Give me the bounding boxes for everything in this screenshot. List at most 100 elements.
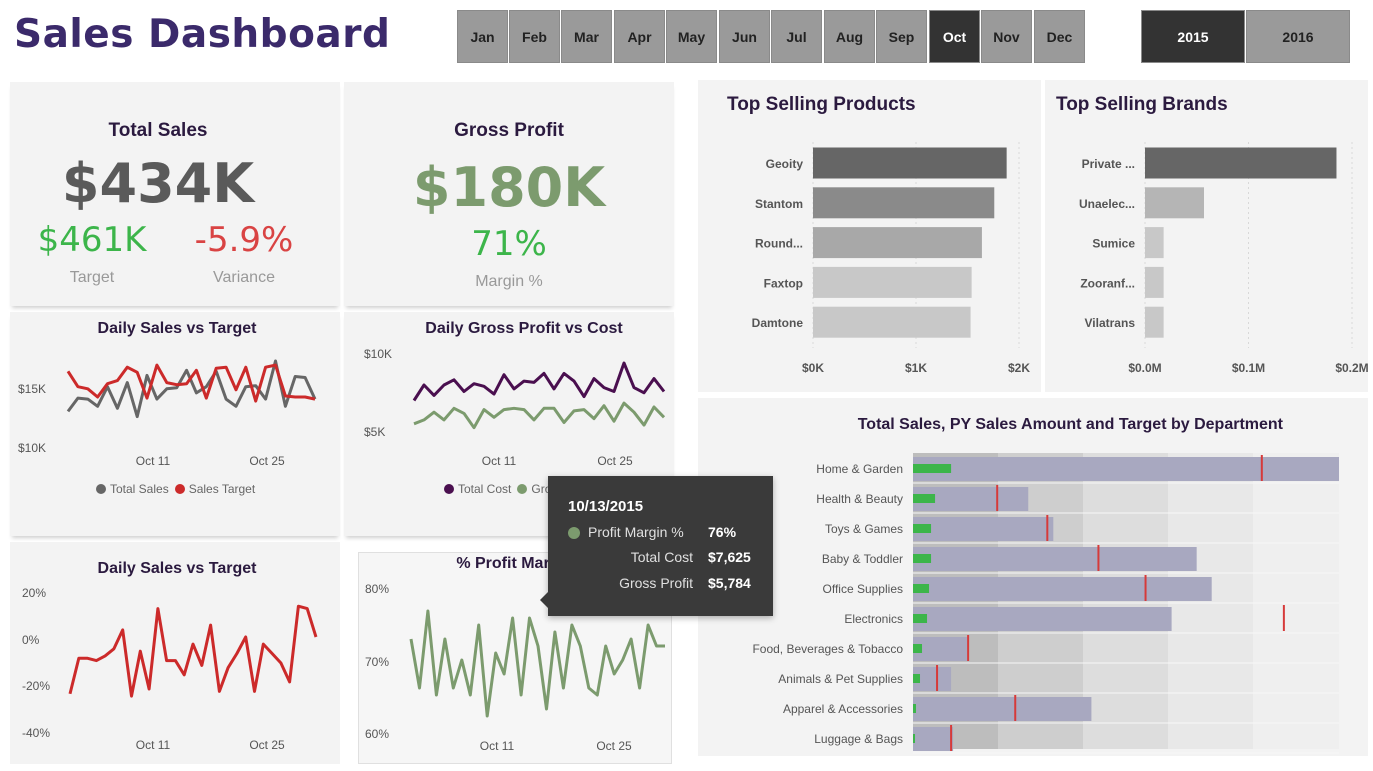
target-marker[interactable] [1046, 515, 1049, 541]
month-jul[interactable]: Jul [771, 10, 822, 63]
py-sales-bar[interactable] [913, 697, 1092, 721]
x-axis-tick: Oct 25 [597, 454, 633, 468]
top-products-chart[interactable]: Geoity Stantom Round... Faxtop Damtone $0K $1K… [698, 80, 1041, 392]
total-sales-bar[interactable] [913, 584, 930, 593]
y-axis-tick: $10K [364, 347, 392, 361]
target-marker[interactable] [1014, 695, 1017, 721]
tooltip-row-label: Total Cost [630, 549, 693, 565]
total-sales-bar[interactable] [913, 644, 923, 653]
total-sales-value: $434K [61, 152, 255, 215]
department-label: Apparel & Accessories [783, 702, 903, 716]
py-sales-bar[interactable] [913, 457, 1339, 481]
x-axis-tick: Oct 25 [249, 454, 285, 468]
target-marker[interactable] [967, 635, 970, 661]
top-brands-chart[interactable]: Private ... Unaelec... Sumice Zooranf... Vil… [1045, 80, 1368, 392]
bar[interactable] [1145, 147, 1337, 179]
total-sales-bar[interactable] [913, 704, 917, 713]
target-value: $461K [37, 220, 147, 260]
bar[interactable] [1145, 227, 1164, 259]
bar-category-label: Damtone [752, 316, 804, 330]
x-axis-tick: Oct 25 [249, 738, 285, 752]
py-sales-bar[interactable] [913, 547, 1197, 571]
month-jan[interactable]: Jan [457, 10, 508, 63]
month-aug[interactable]: Aug [824, 10, 875, 63]
bar-category-label: Unaelec... [1079, 197, 1135, 211]
department-chart[interactable]: Home & Garden Health & Beauty Toys & Games… [698, 398, 1368, 756]
target-marker[interactable] [1282, 605, 1285, 631]
target-marker[interactable] [1260, 455, 1263, 481]
chart-legend: Total Sales Sales Target [96, 482, 255, 496]
target-marker[interactable] [1144, 575, 1147, 601]
target-marker[interactable] [1097, 545, 1100, 571]
target-marker[interactable] [950, 725, 953, 751]
bar[interactable] [813, 306, 971, 338]
series-line-1[interactable] [409, 609, 665, 718]
bar[interactable] [1145, 187, 1204, 219]
py-sales-bar[interactable] [913, 607, 1172, 631]
py-sales-bar[interactable] [913, 517, 1054, 541]
target-marker[interactable] [996, 485, 999, 511]
daily-sales-card: Daily Sales vs Target $15K $10K Oct 11 Oct … [10, 312, 340, 536]
month-oct[interactable]: Oct [929, 10, 980, 63]
tooltip-date: 10/13/2015 [568, 498, 644, 515]
year-2015[interactable]: 2015 [1141, 10, 1245, 63]
bar[interactable] [813, 187, 995, 219]
total-sales-bar[interactable] [913, 524, 932, 533]
legend-total-cost[interactable]: Total Cost [458, 482, 511, 496]
month-feb[interactable]: Feb [509, 10, 560, 63]
top-brands-card: Top Selling Brands Private ... Unaelec...… [1045, 80, 1368, 392]
x-axis-tick: $1K [905, 361, 927, 375]
month-may[interactable]: May [666, 10, 717, 63]
department-label: Luggage & Bags [814, 732, 903, 746]
total-sales-bar[interactable] [913, 734, 916, 743]
year-2016[interactable]: 2016 [1246, 10, 1350, 63]
daily-sales-pct-chart[interactable]: 20% 0% -20% -40% Oct 11 Oct 25 [10, 542, 340, 764]
legend-dot [517, 484, 528, 494]
total-sales-bar[interactable] [913, 674, 921, 683]
gross-profit-value: $180K [412, 156, 606, 219]
month-apr[interactable]: Apr [614, 10, 665, 63]
department-label: Office Supplies [823, 582, 904, 596]
department-label: Baby & Toddler [822, 552, 903, 566]
month-mar[interactable]: Mar [561, 10, 612, 63]
total-sales-bar[interactable] [913, 494, 936, 503]
x-axis-tick: $0.1M [1232, 361, 1265, 375]
department-label: Electronics [844, 612, 903, 626]
total-sales-bar[interactable] [913, 614, 928, 623]
bar[interactable] [813, 266, 972, 298]
department-label: Food, Beverages & Tobacco [752, 642, 903, 656]
x-axis-tick: $0.0M [1128, 361, 1161, 375]
target-marker[interactable] [936, 665, 939, 691]
legend-dot [96, 484, 106, 494]
tooltip-row-label: Profit Margin % [588, 524, 684, 540]
x-axis-tick: $0K [802, 361, 824, 375]
y-axis-tick: 60% [365, 727, 389, 741]
total-sales-bar[interactable] [913, 464, 952, 473]
legend-sales-target[interactable]: Sales Target [189, 482, 256, 496]
daily-sales-chart[interactable]: $15K $10K Oct 11 Oct 25 [10, 312, 340, 536]
series-line-1[interactable] [412, 361, 666, 402]
bar-category-label: Faxtop [764, 276, 803, 290]
bar-category-label: Private ... [1082, 157, 1135, 171]
target-label: Target [69, 269, 115, 286]
bar[interactable] [1145, 266, 1164, 298]
series-line-1[interactable] [68, 604, 318, 698]
daily-sales-pct-card: Daily Sales vs Target 20% 0% -20% -40% Oct 1… [10, 542, 340, 764]
bar-category-label: Stantom [755, 197, 803, 211]
month-dec[interactable]: Dec [1034, 10, 1085, 63]
month-nov[interactable]: Nov [981, 10, 1032, 63]
legend-dot [444, 484, 454, 494]
month-sep[interactable]: Sep [876, 10, 927, 63]
tooltip-row-value: $5,784 [708, 575, 751, 591]
series-line-2[interactable] [413, 401, 666, 430]
total-sales-bar[interactable] [913, 554, 932, 563]
bar[interactable] [813, 227, 982, 259]
x-axis-tick: Oct 25 [596, 739, 632, 753]
legend-total-sales[interactable]: Total Sales [110, 482, 169, 496]
month-jun[interactable]: Jun [719, 10, 770, 63]
py-sales-bar[interactable] [913, 727, 954, 751]
bar[interactable] [1145, 306, 1164, 338]
bar[interactable] [813, 147, 1007, 179]
py-sales-bar[interactable] [913, 577, 1212, 601]
tooltip-row-value: 76% [708, 524, 737, 540]
